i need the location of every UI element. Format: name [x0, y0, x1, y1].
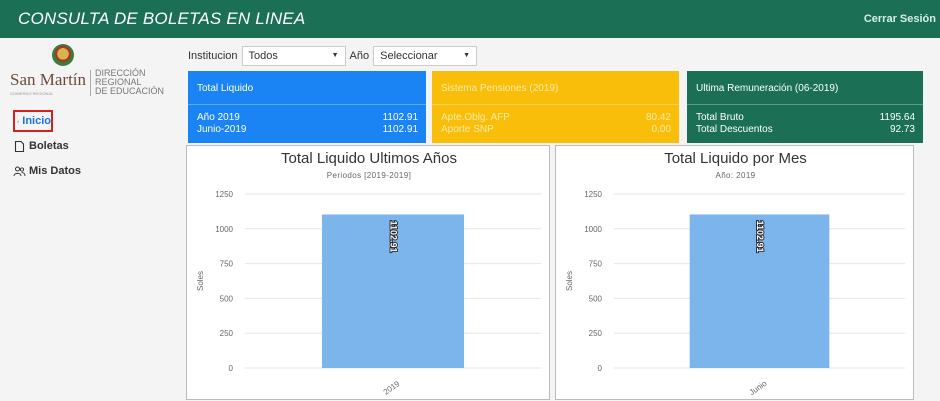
chart-mes: Total Liquido por Mes Año: 2019 0 250 500 750… — [556, 146, 915, 401]
sidebar-item-mis-datos[interactable]: Mis Datos — [13, 160, 81, 182]
seal-icon — [52, 44, 74, 66]
chart-subtitle: Periodos [2019-2019] — [327, 171, 412, 180]
data-label: 1102.91 — [389, 220, 399, 252]
card-title: Sistema Pensiones (2019) — [432, 71, 679, 105]
card-title: Total Liquido — [188, 71, 426, 105]
chart-panel-anios: Total Liquido Ultimos Años Periodos [2019… — [186, 145, 550, 400]
card-title: Ultima Remuneración (06-2019) — [687, 71, 923, 105]
card-row-label: Año 2019 — [197, 112, 240, 123]
users-icon — [13, 166, 26, 177]
sidebar-item-inicio[interactable]: Inicio — [13, 110, 53, 132]
chevron-down-icon: ▼ — [332, 52, 339, 59]
logo-sub: GOBIERNO REGIONAL — [10, 91, 53, 96]
card-ultima-remuneracion: Ultima Remuneración (06-2019) Total Brut… — [687, 71, 923, 143]
chart-anios: Total Liquido Ultimos Años Periodos [2019… — [187, 146, 551, 401]
top-bar: CONSULTA DE BOLETAS EN LINEA Cerrar Sesi… — [0, 0, 940, 38]
anio-value: Seleccionar — [380, 50, 437, 62]
sidebar-nav: Inicio Boletas Mis Datos — [13, 110, 81, 185]
y-tick-label: 500 — [589, 294, 603, 303]
logo: San Martín GOBIERNO REGIONAL DIRECCIÓN R… — [6, 42, 171, 102]
card-row-value: 1102.91 — [383, 124, 418, 135]
logo-name: San Martín — [10, 70, 86, 90]
y-tick-label: 1250 — [584, 190, 602, 199]
card-row-value: 80.42 — [646, 112, 671, 123]
y-tick-label: 250 — [220, 329, 234, 338]
card-sistema-pensiones: Sistema Pensiones (2019) Apte.Oblg. AFP … — [432, 71, 679, 143]
document-icon — [13, 141, 26, 152]
card-row-label: Apte.Oblg. AFP — [441, 112, 510, 123]
y-tick-label: 0 — [229, 364, 234, 373]
y-axis-label: Soles — [565, 271, 574, 291]
y-tick-label: 1000 — [215, 225, 233, 234]
app-title: CONSULTA DE BOLETAS EN LINEA — [18, 9, 305, 29]
chart-subtitle: Año: 2019 — [715, 171, 755, 180]
chart-title: Total Liquido Ultimos Años — [281, 150, 457, 167]
sidebar-item-boletas[interactable]: Boletas — [13, 135, 81, 157]
y-tick-label: 750 — [589, 260, 603, 269]
chart-panel-mes: Total Liquido por Mes Año: 2019 0 250 500 750… — [555, 145, 914, 400]
home-icon — [17, 116, 19, 127]
institucion-value: Todos — [249, 50, 278, 62]
sidebar: San Martín GOBIERNO REGIONAL DIRECCIÓN R… — [0, 38, 172, 397]
logo-dre: DIRECCIÓN REGIONAL DE EDUCACIÓN — [95, 69, 164, 96]
card-total-liquido: Total Liquido Año 2019 1102.91 Junio-201… — [188, 71, 426, 143]
card-row: Año 2019 1102.91 — [197, 112, 418, 123]
summary-cards: Total Liquido Año 2019 1102.91 Junio-201… — [188, 71, 925, 143]
filters-bar: Institucion Todos ▼ Año Seleccionar ▼ — [188, 46, 477, 66]
y-axis-label: Soles — [196, 271, 205, 291]
card-row: Apte.Oblg. AFP 80.42 — [441, 112, 671, 123]
card-row-value: 1102.91 — [383, 112, 418, 123]
card-row-label: Aporte SNP — [441, 124, 494, 135]
card-row-value: 0.00 — [652, 124, 671, 135]
y-tick-label: 750 — [220, 260, 234, 269]
sidebar-item-label: Mis Datos — [29, 165, 81, 177]
card-row: Aporte SNP 0.00 — [441, 124, 671, 135]
main-content: Institucion Todos ▼ Año Seleccionar ▼ To… — [180, 38, 940, 397]
anio-label: Año — [350, 50, 370, 62]
logo-separator — [90, 70, 91, 96]
card-row: Total Bruto 1195.64 — [696, 112, 915, 123]
y-tick-label: 0 — [598, 364, 603, 373]
logo-line-3: DE EDUCACIÓN — [95, 87, 164, 96]
card-row-label: Junio-2019 — [197, 124, 246, 135]
chevron-down-icon: ▼ — [463, 52, 470, 59]
institucion-select[interactable]: Todos ▼ — [242, 46, 346, 66]
card-row-value: 1195.64 — [880, 112, 915, 123]
data-label: 1102.91 — [755, 220, 765, 252]
y-tick-label: 1000 — [584, 225, 602, 234]
x-tick-label: 2019 — [382, 379, 402, 397]
card-row-label: Total Descuentos — [696, 124, 773, 135]
y-tick-label: 500 — [220, 294, 234, 303]
sidebar-item-label: Boletas — [29, 140, 69, 152]
card-row-label: Total Bruto — [696, 112, 744, 123]
y-tick-label: 1250 — [215, 190, 233, 199]
logout-link[interactable]: Cerrar Sesión — [864, 13, 936, 25]
anio-select[interactable]: Seleccionar ▼ — [373, 46, 477, 66]
card-row: Junio-2019 1102.91 — [197, 124, 418, 135]
chart-title: Total Liquido por Mes — [664, 150, 807, 167]
sidebar-item-label: Inicio — [22, 115, 51, 127]
y-tick-label: 250 — [589, 329, 603, 338]
institucion-label: Institucion — [188, 50, 238, 62]
x-tick-label: Junio — [748, 378, 769, 397]
card-row: Total Descuentos 92.73 — [696, 124, 915, 135]
card-row-value: 92.73 — [890, 124, 915, 135]
